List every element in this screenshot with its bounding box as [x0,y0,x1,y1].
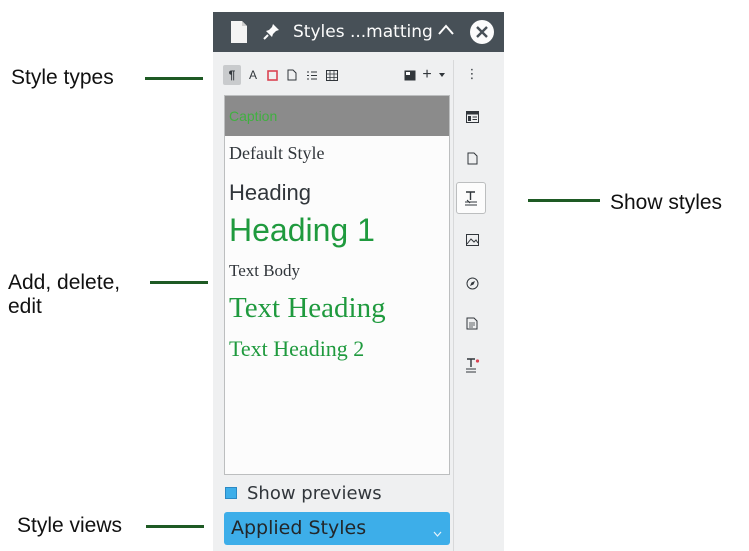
annotation-line-show-styles [528,199,600,202]
page-icon [467,152,477,164]
navigator-deck-button[interactable] [459,270,485,296]
document-lines-icon [466,317,478,329]
chevron-down-icon [439,73,445,77]
style-list[interactable]: Caption Default Style Heading Heading 1 … [224,95,450,475]
styles-icon [465,190,477,205]
annotation-style-views: Style views [17,514,123,537]
style-item-text-heading[interactable]: Text Heading [229,292,386,325]
style-item-text-body[interactable]: Text Body [229,261,300,281]
style-types-toolbar: ¶ A + [223,62,453,88]
annotation-line-style-types [145,77,203,80]
annotation-show-styles: Show styles [610,191,723,214]
fill-format-icon [404,70,416,80]
image-icon [465,234,479,246]
page-deck-button[interactable] [459,145,485,171]
show-previews-checkbox[interactable] [225,487,237,499]
sidebar-menu-button[interactable]: ⋮ [459,61,485,87]
style-item-heading-1[interactable]: Heading 1 [229,212,375,249]
annotation-add-delete-edit-line2: edit [8,295,42,318]
style-item-default-style[interactable]: Default Style [229,143,324,164]
panel-titlebar: Styles ...matting [213,12,504,52]
annotation-line-add-delete-edit [150,281,208,284]
annotation-style-types: Style types [11,66,114,89]
annotation-add-delete-edit: Add, delete, edit [8,271,120,319]
fill-format-button[interactable] [401,65,419,85]
document-icon [229,20,249,49]
frame-icon [266,69,278,81]
style-item-heading[interactable]: Heading [229,180,311,206]
gallery-deck-button[interactable] [459,227,485,253]
character-styles-button[interactable]: A [244,65,262,85]
style-inspector-icon [465,357,479,372]
frame-styles-button[interactable] [263,65,281,85]
style-item-text-heading-2[interactable]: Text Heading 2 [229,336,364,362]
list-styles-button[interactable] [303,65,321,85]
sidebar-separator [453,60,454,551]
style-item-caption[interactable]: Caption [225,96,449,136]
properties-icon [465,111,479,123]
styles-deck-button[interactable] [456,182,486,214]
close-icon[interactable] [469,19,495,50]
table-styles-button[interactable] [323,65,341,85]
style-filter-dropdown[interactable]: Applied Styles [224,512,450,545]
annotation-line-style-views [146,525,204,528]
properties-deck-button[interactable] [459,104,485,130]
paragraph-styles-button[interactable]: ¶ [223,65,241,85]
manage-changes-deck-button[interactable] [459,310,485,336]
list-icon [307,71,317,79]
chevron-down-icon [433,524,442,542]
style-actions-dropdown[interactable] [433,65,451,85]
annotation-add-delete-edit-line1: Add, delete, [8,271,121,294]
page-icon [287,69,297,81]
style-inspector-deck-button[interactable] [459,352,485,378]
chevron-up-icon[interactable] [437,23,455,42]
style-filter-value: Applied Styles [231,517,367,539]
pin-icon[interactable] [263,22,281,45]
page-styles-button[interactable] [283,65,301,85]
panel-title: Styles ...matting [293,22,433,42]
table-icon [326,69,338,81]
styles-panel: Styles ...matting ¶ A + Caption Default … [213,12,504,551]
show-previews-label: Show previews [247,483,382,504]
compass-icon [466,277,478,289]
